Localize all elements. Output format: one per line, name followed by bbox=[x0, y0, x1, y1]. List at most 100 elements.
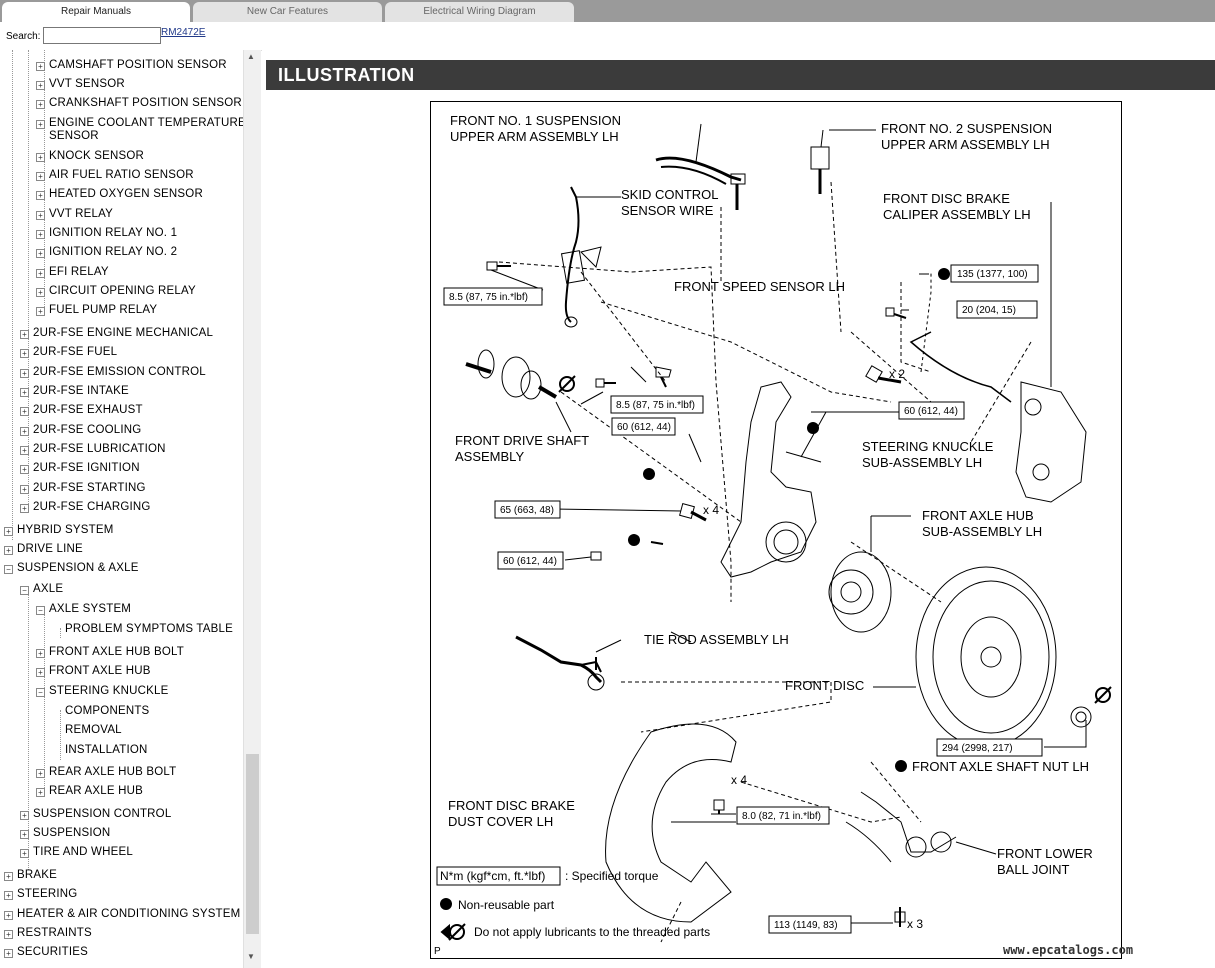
expand-icon[interactable]: + bbox=[36, 269, 45, 278]
expand-icon[interactable]: + bbox=[4, 527, 13, 536]
tree-item[interactable]: CAMSHAFT POSITION SENSOR bbox=[49, 59, 227, 71]
expand-icon[interactable]: + bbox=[36, 153, 45, 162]
expand-icon[interactable]: + bbox=[20, 330, 29, 339]
manual-code-link[interactable]: RM2472E bbox=[161, 27, 205, 38]
tree-item[interactable]: AXLE bbox=[33, 583, 63, 595]
tree-item[interactable]: KNOCK SENSOR bbox=[49, 150, 144, 162]
expand-icon[interactable]: + bbox=[36, 120, 45, 129]
tree-item[interactable]: REAR AXLE HUB BOLT bbox=[49, 766, 176, 778]
expand-icon[interactable]: + bbox=[20, 407, 29, 416]
tree-item[interactable]: HEATED OXYGEN SENSOR bbox=[49, 188, 203, 200]
tree-item[interactable]: COMPONENTS bbox=[65, 705, 149, 717]
expand-icon[interactable]: + bbox=[20, 465, 29, 474]
tree-item[interactable]: VVT SENSOR bbox=[49, 78, 125, 90]
tree-item[interactable]: ENGINE COOLANT TEMPERATURE bbox=[49, 117, 243, 129]
expand-icon[interactable]: + bbox=[20, 830, 29, 839]
main-content: ILLUSTRATION 8.5 (87, 75 in.*lbf) 135 (1… bbox=[262, 50, 1215, 968]
expand-icon[interactable]: + bbox=[20, 504, 29, 513]
tree-item[interactable]: SECURITIES bbox=[17, 946, 88, 958]
tree-item[interactable]: IGNITION RELAY NO. 2 bbox=[49, 246, 177, 258]
tree-item[interactable]: DRIVE LINE bbox=[17, 543, 83, 555]
tree-item[interactable]: AXLE SYSTEM bbox=[49, 603, 131, 615]
tree-item[interactable]: VVT RELAY bbox=[49, 208, 113, 220]
tree-item[interactable]: STEERING KNUCKLE bbox=[49, 685, 169, 697]
tree-item[interactable]: TIRE AND WHEEL bbox=[33, 846, 133, 858]
tree-item[interactable]: STEERING bbox=[17, 888, 77, 900]
page-title: ILLUSTRATION bbox=[266, 60, 1215, 90]
tree-item[interactable]: 2UR-FSE STARTING bbox=[33, 482, 146, 494]
tree-item[interactable]: AIR FUEL RATIO SENSOR bbox=[49, 169, 194, 181]
expand-icon[interactable]: + bbox=[4, 891, 13, 900]
expand-icon[interactable]: + bbox=[20, 485, 29, 494]
scroll-up-icon[interactable]: ▲ bbox=[247, 52, 255, 61]
tree-item[interactable]: IGNITION RELAY NO. 1 bbox=[49, 227, 177, 239]
expand-icon[interactable]: + bbox=[20, 811, 29, 820]
tree-item[interactable]: 2UR-FSE CHARGING bbox=[33, 501, 151, 513]
expand-icon[interactable]: + bbox=[20, 446, 29, 455]
tree-item[interactable]: BRAKE bbox=[17, 869, 57, 881]
tree-item[interactable]: 2UR-FSE COOLING bbox=[33, 424, 141, 436]
tree-item[interactable]: CIRCUIT OPENING RELAY bbox=[49, 285, 196, 297]
search-input[interactable] bbox=[43, 27, 161, 44]
expand-icon[interactable]: + bbox=[36, 81, 45, 90]
expand-icon[interactable]: + bbox=[4, 911, 13, 920]
tree-item[interactable]: INSTALLATION bbox=[65, 744, 148, 756]
expand-icon[interactable]: + bbox=[36, 172, 45, 181]
torque-wire-bracket: 8.5 (87, 75 in.*lbf) bbox=[449, 292, 528, 303]
tree-item[interactable]: 2UR-FSE INTAKE bbox=[33, 385, 129, 397]
expand-icon[interactable]: + bbox=[36, 769, 45, 778]
tree-item[interactable]: FRONT AXLE HUB BOLT bbox=[49, 646, 184, 658]
expand-icon[interactable]: + bbox=[36, 649, 45, 658]
expand-icon[interactable]: + bbox=[20, 349, 29, 358]
expand-icon[interactable]: + bbox=[36, 230, 45, 239]
expand-icon[interactable]: + bbox=[36, 288, 45, 297]
expand-icon[interactable]: + bbox=[20, 388, 29, 397]
tab-electrical-wiring-diagram[interactable]: Electrical Wiring Diagram bbox=[385, 2, 574, 22]
expand-icon[interactable]: + bbox=[36, 788, 45, 797]
expand-icon[interactable]: + bbox=[4, 546, 13, 555]
tab-new-car-features[interactable]: New Car Features bbox=[193, 2, 382, 22]
tree-item[interactable]: 2UR-FSE EMISSION CONTROL bbox=[33, 366, 206, 378]
expand-icon[interactable]: + bbox=[36, 668, 45, 677]
collapse-icon[interactable]: − bbox=[4, 565, 13, 574]
tree-item[interactable]: SUSPENSION CONTROL bbox=[33, 808, 171, 820]
expand-icon[interactable]: + bbox=[4, 930, 13, 939]
expand-icon[interactable]: + bbox=[36, 307, 45, 316]
tree-item[interactable]: SUSPENSION & AXLE bbox=[17, 562, 139, 574]
legend-no-lube: Do not apply lubricants to the threaded … bbox=[474, 925, 710, 939]
tree-item[interactable]: 2UR-FSE FUEL bbox=[33, 346, 117, 358]
expand-icon[interactable]: + bbox=[20, 849, 29, 858]
collapse-icon[interactable]: − bbox=[20, 586, 29, 595]
tree-item[interactable]: PROBLEM SYMPTOMS TABLE bbox=[65, 623, 233, 635]
tree-item[interactable]: HYBRID SYSTEM bbox=[17, 524, 114, 536]
collapse-icon[interactable]: − bbox=[36, 606, 45, 615]
tree-item[interactable]: SUSPENSION bbox=[33, 827, 110, 839]
expand-icon[interactable]: + bbox=[36, 62, 45, 71]
tree-item[interactable]: REAR AXLE HUB bbox=[49, 785, 143, 797]
tree-item-continuation[interactable]: SENSOR bbox=[49, 130, 99, 142]
tree-item[interactable]: REMOVAL bbox=[65, 724, 122, 736]
tree-item[interactable]: EFI RELAY bbox=[49, 266, 109, 278]
tree-item[interactable]: RESTRAINTS bbox=[17, 927, 92, 939]
tree-item[interactable]: 2UR-FSE ENGINE MECHANICAL bbox=[33, 327, 213, 339]
scroll-down-icon[interactable]: ▼ bbox=[247, 952, 255, 961]
expand-icon[interactable]: + bbox=[36, 249, 45, 258]
tree-item[interactable]: 2UR-FSE LUBRICATION bbox=[33, 443, 166, 455]
expand-icon[interactable]: + bbox=[36, 211, 45, 220]
expand-icon[interactable]: + bbox=[20, 369, 29, 378]
tab-repair-manuals[interactable]: Repair Manuals bbox=[2, 2, 190, 22]
expand-icon[interactable]: + bbox=[4, 949, 13, 958]
expand-icon[interactable]: + bbox=[36, 191, 45, 200]
tree-item[interactable]: FRONT AXLE HUB bbox=[49, 665, 151, 677]
tree-item[interactable]: FUEL PUMP RELAY bbox=[49, 304, 157, 316]
expand-icon[interactable]: + bbox=[20, 427, 29, 436]
collapse-icon[interactable]: − bbox=[36, 688, 45, 697]
sidebar-scrollbar[interactable]: ▲ ▼ bbox=[243, 50, 261, 968]
tree-item[interactable]: HEATER & AIR CONDITIONING SYSTEM bbox=[17, 908, 240, 920]
scroll-thumb[interactable] bbox=[246, 754, 259, 934]
tree-item[interactable]: 2UR-FSE EXHAUST bbox=[33, 404, 143, 416]
tree-item[interactable]: CRANKSHAFT POSITION SENSOR bbox=[49, 97, 242, 109]
expand-icon[interactable]: + bbox=[4, 872, 13, 881]
expand-icon[interactable]: + bbox=[36, 100, 45, 109]
tree-item[interactable]: 2UR-FSE IGNITION bbox=[33, 462, 140, 474]
